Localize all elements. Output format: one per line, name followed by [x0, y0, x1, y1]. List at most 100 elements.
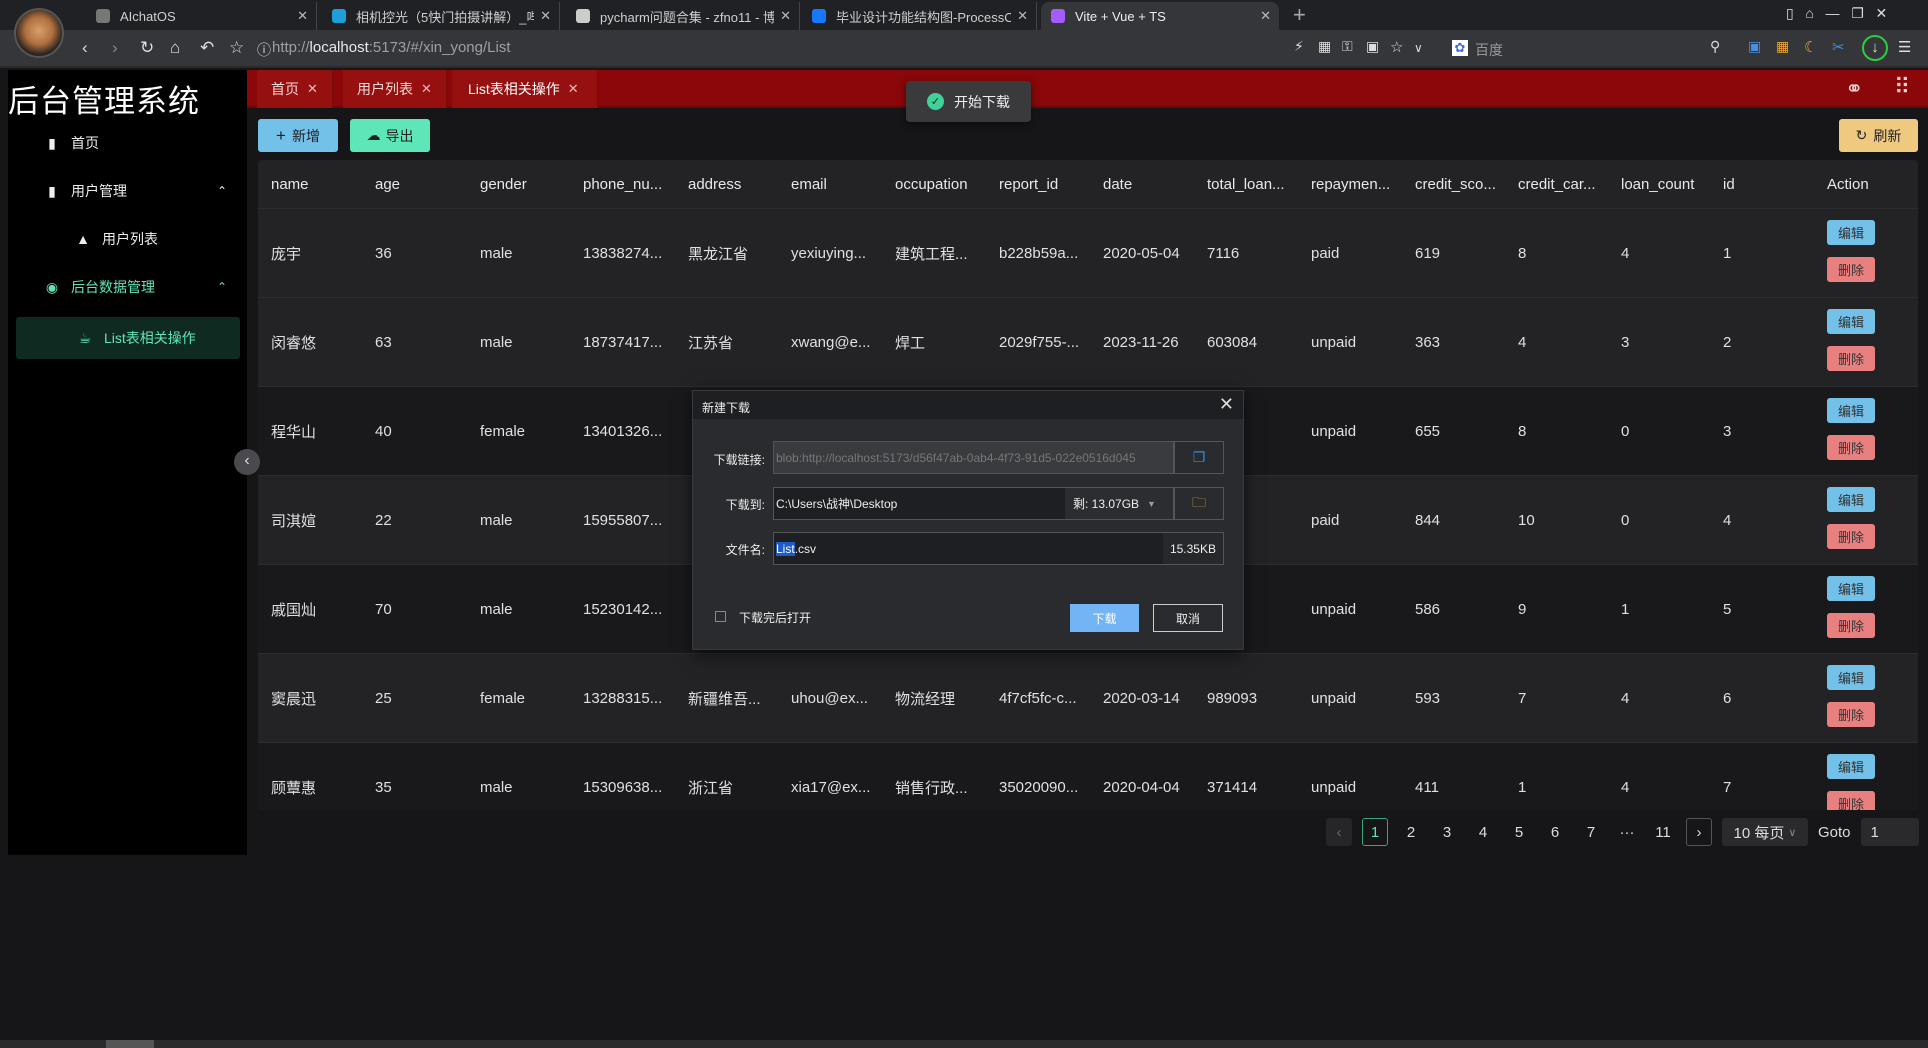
edit-button[interactable]: 编辑 [1827, 398, 1875, 423]
bookmark-star-icon[interactable]: ☆ [1390, 38, 1403, 56]
grid-menu-icon[interactable]: ⠿ [1894, 74, 1910, 100]
delete-button[interactable]: 删除 [1827, 346, 1875, 371]
tab-home[interactable]: 首页 ✕ [257, 70, 333, 108]
qr-icon[interactable]: ▦ [1318, 38, 1331, 55]
theme-icon[interactable]: ⚭ [1845, 76, 1863, 102]
sidebar-item-data-management[interactable]: ◉ 后台数据管理 ⌃ [8, 267, 247, 307]
page-button[interactable]: 4 [1470, 818, 1496, 846]
download-button[interactable]: 下载 [1070, 604, 1139, 632]
delete-button[interactable]: 删除 [1827, 702, 1875, 727]
tab-user-list[interactable]: 用户列表 ✕ [343, 70, 447, 108]
page-button[interactable]: 11 [1650, 818, 1676, 846]
edit-button[interactable]: 编辑 [1827, 576, 1875, 601]
browser-tab[interactable]: 相机控光（5快门拍摄讲解）_哔哩 ✕ [322, 2, 560, 30]
sidebar-item-user-list[interactable]: ▲ 用户列表 [8, 219, 247, 259]
edit-button[interactable]: 编辑 [1827, 220, 1875, 245]
prev-page-button[interactable]: ‹ [1326, 818, 1352, 846]
delete-button[interactable]: 删除 [1827, 791, 1875, 810]
maximize-button[interactable]: ❐ [1851, 5, 1864, 21]
column-header[interactable]: date [1103, 160, 1132, 208]
browser-tab[interactable]: AIchatOS ✕ [86, 2, 317, 30]
browser-tab[interactable]: pycharm问题合集 - zfno11 - 博 ✕ [566, 2, 800, 30]
sidebar-item-user-management[interactable]: ▮ 用户管理 ⌃ [8, 171, 247, 211]
reload-icon[interactable]: ↻ [140, 38, 154, 58]
close-window-button[interactable]: ✕ [1875, 5, 1887, 21]
column-header[interactable]: id [1723, 160, 1735, 208]
browser-tab[interactable]: Vite + Vue + TS ✕ [1041, 2, 1279, 30]
column-header[interactable]: credit_car... [1518, 160, 1596, 208]
key-icon[interactable]: ⚿ [1342, 38, 1353, 55]
download-icon[interactable]: ↓ [1862, 35, 1888, 61]
download-path-input[interactable]: C:\Users\战神\Desktop 剩: 13.07GB ▼ [773, 487, 1174, 520]
scissors-icon[interactable]: ✂ [1832, 38, 1845, 56]
page-button[interactable]: 5 [1506, 818, 1532, 846]
edit-button[interactable]: 编辑 [1827, 665, 1875, 690]
undo-icon[interactable]: ↶ [200, 38, 214, 58]
column-header[interactable]: age [375, 160, 400, 208]
page-size-select[interactable]: 10 每页 ∨ [1722, 818, 1808, 846]
apps-icon[interactable]: ▦ [1776, 38, 1789, 55]
page-button[interactable]: 6 [1542, 818, 1568, 846]
profile-avatar[interactable] [14, 8, 64, 58]
chevron-down-icon[interactable]: ∨ [1414, 41, 1423, 55]
close-icon[interactable]: ✕ [307, 81, 318, 97]
google-translate-icon[interactable]: ▣ [1748, 38, 1761, 55]
column-header[interactable]: report_id [999, 160, 1058, 208]
close-dialog-button[interactable]: ✕ [1219, 394, 1234, 415]
column-header[interactable]: occupation [895, 160, 968, 208]
minimize-button[interactable]: — [1826, 5, 1840, 21]
lightning-icon[interactable]: ⚡ [1294, 38, 1304, 55]
search-icon[interactable]: ⚲ [1710, 38, 1720, 55]
edit-button[interactable]: 编辑 [1827, 754, 1875, 779]
tab-list-operations[interactable]: List表相关操作 ✕ [452, 70, 598, 108]
edit-button[interactable]: 编辑 [1827, 487, 1875, 512]
cancel-button[interactable]: 取消 [1153, 604, 1223, 632]
forward-icon[interactable]: › [112, 38, 118, 58]
tablet-icon[interactable]: ▯ [1786, 5, 1794, 21]
sidebar-item-list-operations[interactable]: ☕ List表相关操作 [16, 317, 240, 359]
delete-button[interactable]: 删除 [1827, 257, 1875, 282]
skin-icon[interactable]: ⌂ [1805, 5, 1813, 21]
export-button[interactable]: ☁ 导出 [350, 119, 430, 152]
copy-link-button[interactable]: ❐ [1174, 441, 1224, 474]
next-page-button[interactable]: › [1686, 818, 1712, 846]
moon-icon[interactable]: ☾ [1804, 38, 1817, 56]
sidebar-item-home[interactable]: ▮ 首页 [8, 123, 247, 163]
close-tab-icon[interactable]: ✕ [540, 8, 551, 24]
column-header[interactable]: email [791, 160, 827, 208]
column-header[interactable]: phone_nu... [583, 160, 662, 208]
refresh-button[interactable]: ↻ 刷新 [1839, 119, 1918, 152]
delete-button[interactable]: 删除 [1827, 524, 1875, 549]
menu-icon[interactable]: ☰ [1898, 38, 1911, 56]
close-icon[interactable]: ✕ [421, 81, 432, 97]
page-button[interactable]: 1 [1362, 818, 1388, 846]
search-engine-label[interactable]: 百度 [1475, 40, 1503, 60]
column-header[interactable]: credit_sco... [1415, 160, 1496, 208]
column-header[interactable]: gender [480, 160, 527, 208]
column-header[interactable]: loan_count [1621, 160, 1694, 208]
browse-folder-button[interactable]: 🗀 [1174, 487, 1224, 520]
star-icon[interactable]: ☆ [229, 38, 244, 58]
filename-input[interactable]: List .csv 15.35KB [773, 532, 1224, 565]
download-link-input[interactable]: blob:http://localhost:5173/d56f47ab-0ab4… [773, 441, 1174, 474]
edit-button[interactable]: 编辑 [1827, 309, 1875, 334]
page-button[interactable]: ··· [1614, 818, 1640, 846]
home-icon[interactable]: ⌂ [170, 38, 180, 58]
add-button[interactable]: + 新增 [258, 119, 338, 152]
close-tab-icon[interactable]: ✕ [1017, 8, 1028, 24]
open-after-checkbox[interactable] [715, 611, 726, 622]
delete-button[interactable]: 删除 [1827, 613, 1875, 638]
close-tab-icon[interactable]: ✕ [297, 8, 308, 24]
close-icon[interactable]: ✕ [568, 81, 579, 97]
close-tab-icon[interactable]: ✕ [780, 8, 791, 24]
translate-icon[interactable]: ▣ [1366, 38, 1379, 55]
column-header[interactable]: repaymen... [1311, 160, 1390, 208]
column-header[interactable]: total_loan... [1207, 160, 1285, 208]
horizontal-scrollbar[interactable] [0, 1040, 1928, 1048]
new-tab-button[interactable]: + [1293, 2, 1306, 28]
collapse-sidebar-button[interactable]: ‹ [234, 449, 260, 475]
scrollbar-thumb[interactable] [106, 1040, 154, 1048]
page-button[interactable]: 7 [1578, 818, 1604, 846]
goto-input[interactable]: 1 [1860, 818, 1919, 846]
column-header[interactable]: name [271, 160, 309, 208]
